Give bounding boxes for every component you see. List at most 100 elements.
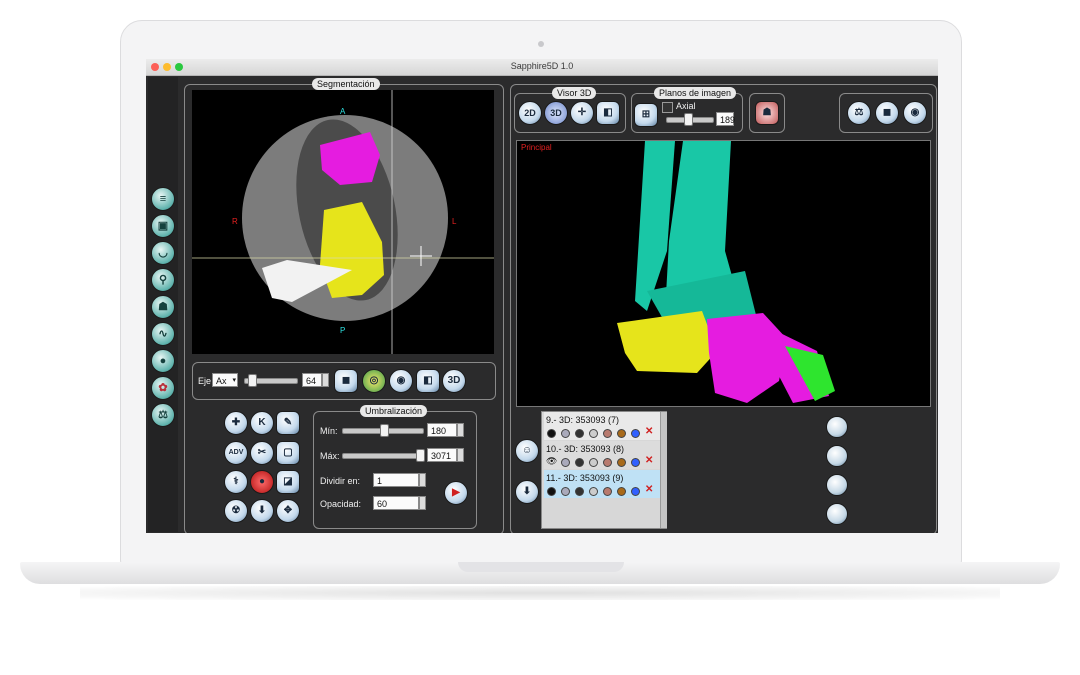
k-tool-button[interactable]: K [250, 411, 274, 435]
import-layer-button[interactable]: ⬇ [515, 480, 539, 504]
min-slider-thumb[interactable] [380, 424, 389, 437]
plane-slice-field[interactable]: 189 [716, 112, 735, 126]
texture-icon[interactable] [603, 458, 612, 467]
axial-checkbox[interactable] [662, 102, 673, 113]
camera-view-button[interactable]: ◼ [334, 369, 358, 393]
axial-slice-view[interactable]: A P R L [192, 90, 494, 354]
slice-slider-thumb[interactable] [248, 374, 257, 387]
layer-edit-button[interactable] [826, 445, 848, 467]
bone-tool-button[interactable]: ⚕ [224, 470, 248, 494]
color-icon[interactable] [617, 487, 626, 496]
plus-icon: ✚ [231, 417, 241, 428]
plane-slider-thumb[interactable] [684, 113, 693, 126]
adv-button[interactable]: ADV [224, 441, 248, 465]
layer-list-scrollbar[interactable] [660, 412, 667, 528]
divide-field[interactable]: 1 [373, 473, 419, 487]
radiation-button[interactable]: ☢ [224, 499, 248, 523]
camera-button[interactable]: ◼ [875, 101, 899, 125]
calcaneus-bone [617, 311, 717, 373]
nerve-icon: ∿ [158, 328, 168, 340]
contrast-icon: ◧ [423, 375, 433, 386]
delete-icon[interactable]: ✕ [645, 426, 653, 437]
visibility-icon[interactable] [547, 429, 556, 438]
expand-icon: ✥ [283, 505, 293, 516]
ring-tool-button[interactable]: ◉ [389, 369, 413, 393]
nerve-tool-button[interactable]: ∿ [151, 322, 175, 346]
jaw-tool-button[interactable]: ◡ [151, 241, 175, 265]
shield-icon[interactable] [561, 458, 570, 467]
max-slider-thumb[interactable] [416, 449, 425, 462]
apply-threshold-button[interactable]: ▶ [444, 481, 468, 505]
color-icon[interactable] [617, 458, 626, 467]
pan-button[interactable]: ✛ [570, 101, 594, 125]
overlay-button[interactable]: ◪ [276, 470, 300, 494]
opacity-stepper[interactable] [419, 496, 426, 510]
layer-row[interactable]: 9.- 3D: 353093 (7) ✕ [544, 412, 664, 440]
view-3d-button[interactable]: 3D [442, 369, 466, 393]
layer-list[interactable]: 9.- 3D: 353093 (7) ✕ 10.- 3D: 353093 (8)… [541, 411, 667, 529]
shade-icon[interactable] [575, 458, 584, 467]
compass-button[interactable]: ⚖ [847, 101, 871, 125]
texture-icon[interactable] [603, 487, 612, 496]
box-select-button[interactable]: ▢ [276, 441, 300, 465]
viewport-3d[interactable]: Principal [516, 140, 931, 407]
implant-tool-button[interactable]: ⚲ [151, 268, 175, 292]
view-3d-mode-button[interactable]: 3D [544, 101, 568, 125]
shield-icon[interactable] [561, 429, 570, 438]
layer-row-selected[interactable]: 11.- 3D: 353093 (9) ✕ [544, 470, 664, 498]
shade-icon[interactable] [575, 429, 584, 438]
layer-props-button[interactable] [826, 416, 848, 438]
visibility-icon[interactable] [547, 487, 556, 496]
layer-bandage-button[interactable] [826, 474, 848, 496]
layer-row[interactable]: 10.- 3D: 353093 (8) 👁 ✕ [544, 441, 664, 469]
info-icon[interactable] [631, 429, 640, 438]
download-button[interactable]: ⬇ [250, 499, 274, 523]
measure-tool-button[interactable]: ⚖ [151, 403, 175, 427]
slice-number-field[interactable]: 64 [302, 373, 322, 387]
joint-tool-button[interactable]: ✿ [151, 376, 175, 400]
split-button[interactable]: ✂ [250, 441, 274, 465]
skull-tool-button[interactable]: ☗ [151, 295, 175, 319]
slice-stepper[interactable] [322, 373, 329, 387]
max-stepper[interactable] [457, 448, 464, 462]
delete-icon[interactable]: ✕ [645, 484, 653, 495]
scene-button[interactable]: ☗ [755, 101, 779, 125]
axis-select[interactable]: Ax ▾ [212, 373, 238, 387]
shade-icon[interactable] [575, 487, 584, 496]
wire-icon[interactable] [589, 487, 598, 496]
add-layer-button[interactable]: ☺ [515, 439, 539, 463]
shield-icon[interactable] [561, 487, 570, 496]
info-icon[interactable] [631, 458, 640, 467]
left-toolbar: ≡ ▣ ◡ ⚲ ☗ ∿ ● ✿ ⚖ [148, 77, 178, 532]
cylinder-tool-button[interactable]: ● [151, 349, 175, 373]
layer-expand-button[interactable] [826, 503, 848, 525]
pen-tool-button[interactable]: ✎ [276, 411, 300, 435]
color-icon[interactable] [617, 429, 626, 438]
wire-icon[interactable] [589, 429, 598, 438]
min-field[interactable]: 180 [427, 423, 457, 437]
wire-icon[interactable] [589, 458, 598, 467]
add-region-button[interactable]: ✚ [224, 411, 248, 435]
texture-icon[interactable] [603, 429, 612, 438]
divide-stepper[interactable] [419, 473, 426, 487]
contrast-button[interactable]: ◧ [416, 369, 440, 393]
record-button[interactable]: ● [250, 470, 274, 494]
jaw-icon: ◡ [158, 247, 168, 259]
box-icon: ▢ [283, 447, 293, 458]
plane-tool-button[interactable]: ⊞ [634, 103, 658, 127]
max-field[interactable]: 3071 [427, 448, 457, 462]
target-button[interactable]: ◉ [903, 101, 927, 125]
max-slider[interactable] [342, 453, 424, 459]
cube-icon: ▣ [157, 220, 169, 232]
auto-segment-button[interactable]: ◎ [362, 369, 386, 393]
delete-icon[interactable]: ✕ [645, 455, 653, 466]
cube-tool-button[interactable]: ▣ [151, 214, 175, 238]
min-stepper[interactable] [457, 423, 464, 437]
frame-button[interactable]: ◧ [596, 101, 620, 125]
eye-icon[interactable]: 👁 [546, 456, 557, 467]
view-2d-button[interactable]: 2D [518, 101, 542, 125]
info-icon[interactable] [631, 487, 640, 496]
fullscreen-button[interactable]: ✥ [276, 499, 300, 523]
layers-tool-button[interactable]: ≡ [151, 187, 175, 211]
opacity-field[interactable]: 60 [373, 496, 419, 510]
